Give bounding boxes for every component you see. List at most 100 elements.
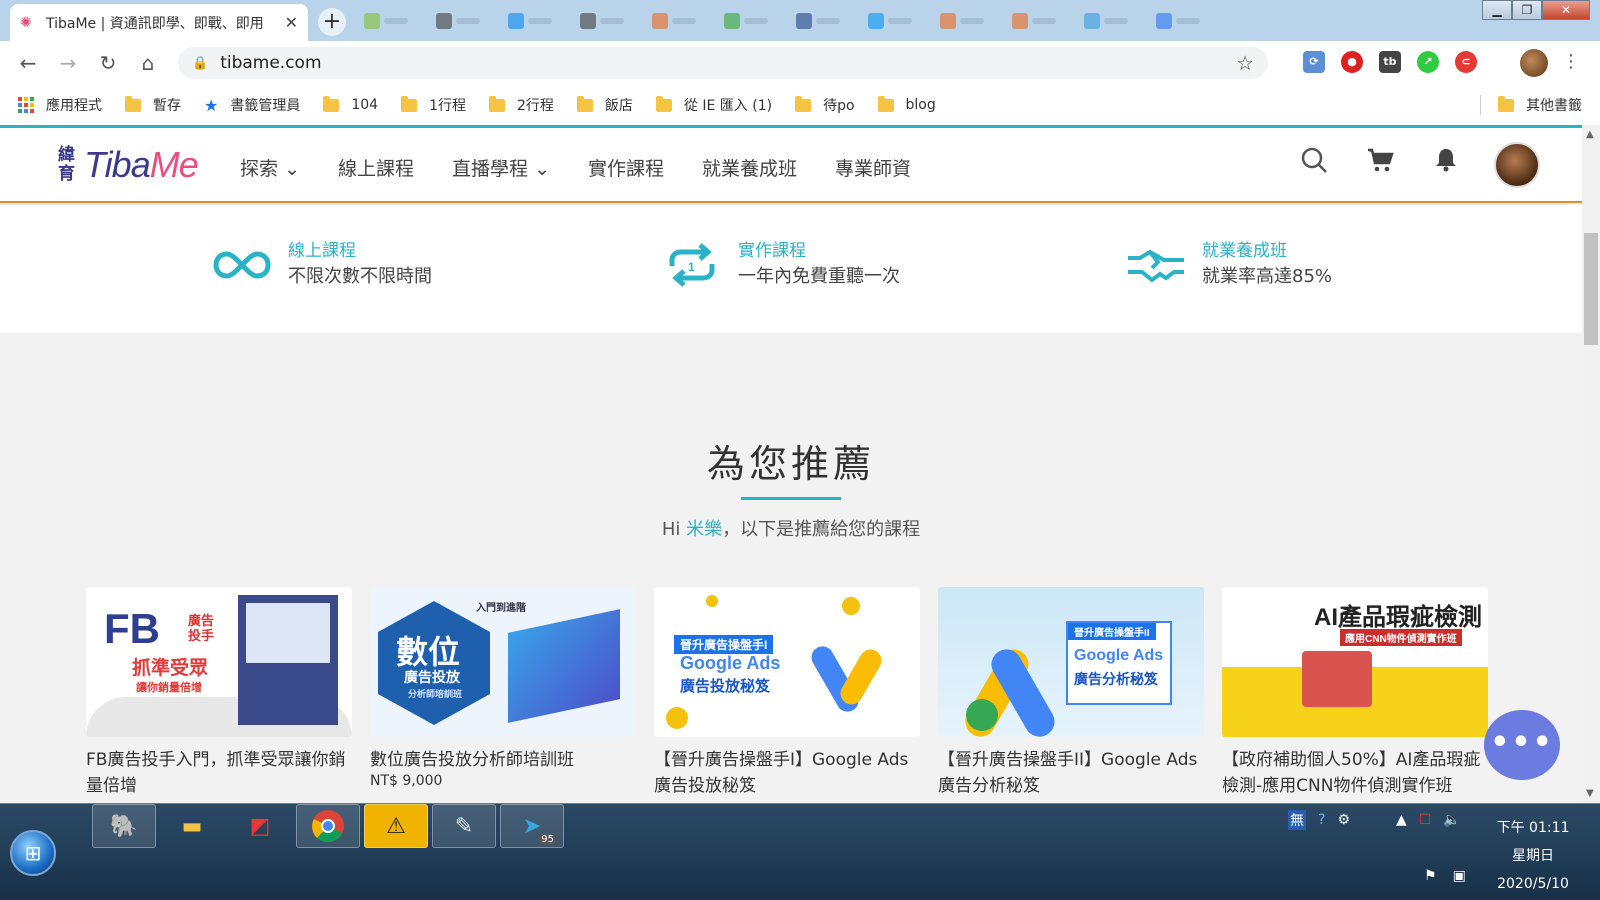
address-bar[interactable]: 🔒 tibame.com ☆	[178, 47, 1268, 79]
feature-title[interactable]: 就業養成班	[1202, 239, 1332, 263]
notepad-icon[interactable]: ✎	[432, 804, 496, 848]
show-hidden-icons[interactable]: ▲	[1396, 812, 1407, 828]
tibame-logo[interactable]: 緯育 TibaMe	[58, 144, 199, 186]
nav-career-training[interactable]: 就業養成班	[702, 154, 797, 181]
new-tab-button[interactable]: +	[318, 8, 346, 36]
tab-tibame[interactable]: ✺ TibaMe | 資通訊即學、即戰、即用 ✕	[10, 4, 308, 41]
volume-icon[interactable]: 🔈	[1443, 812, 1460, 828]
system-tray: 無 ? ⚙ ▲ ☐ 🔈	[1288, 810, 1461, 830]
evernote-icon[interactable]: 🐘	[92, 804, 156, 848]
home-icon[interactable]: ⌂	[128, 51, 168, 75]
telegram-icon[interactable]: ➤ 95	[500, 804, 564, 848]
nav-online-courses[interactable]: 線上課程	[338, 154, 414, 181]
bookmark-folder[interactable]: 104	[323, 95, 378, 113]
extension-icon[interactable]: ↗	[1417, 51, 1439, 73]
back-arrow-icon[interactable]: ←	[8, 51, 48, 75]
user-name[interactable]: 米樂	[686, 519, 722, 540]
bookmark-apps[interactable]: 應用程式	[18, 95, 102, 115]
course-title[interactable]: 【晉升廣告操盤手II】Google Ads 廣告分析秘笈	[938, 747, 1204, 799]
thumb-sub: 抓準受眾	[132, 658, 209, 679]
nav-explore[interactable]: 探索 ⌄	[240, 154, 300, 181]
forward-arrow-icon[interactable]: →	[48, 51, 88, 75]
bookmark-folder[interactable]: 1行程	[401, 95, 466, 115]
feature-title[interactable]: 線上課程	[288, 239, 432, 263]
background-tab[interactable]	[502, 8, 568, 34]
bookmark-folder[interactable]: 2行程	[489, 95, 554, 115]
profile-avatar[interactable]	[1520, 49, 1548, 77]
course-card[interactable]: FB 廣告投手 抓準受眾 讓你銷量倍增 FB廣告投手入門，抓準受眾讓你銷量倍增	[86, 587, 352, 799]
extension-icon[interactable]: tb	[1379, 51, 1401, 73]
page-scrollbar[interactable]: ▲ ▼	[1582, 125, 1600, 803]
close-window-button[interactable]: ✕	[1542, 0, 1590, 20]
nav-live-programs[interactable]: 直播學程 ⌄	[452, 154, 550, 181]
bookmark-folder[interactable]: 待po	[795, 95, 855, 115]
help-icon[interactable]: ?	[1318, 812, 1325, 828]
course-card[interactable]: 數位 廣告投放 分析師培訓班 入門到進階 數位廣告投放分析師培訓班 NT$ 9,…	[370, 587, 636, 799]
cart-icon[interactable]	[1366, 146, 1394, 174]
bookmark-folder[interactable]: blog	[877, 95, 936, 113]
ime-indicator[interactable]: 無	[1288, 810, 1306, 830]
course-card[interactable]: 晉升廣告操盤手I Google Ads 廣告投放秘笈 【晉升廣告操盤手I】Goo…	[654, 587, 920, 799]
background-tab[interactable]	[718, 8, 784, 34]
background-tab[interactable]	[790, 8, 856, 34]
network-icon[interactable]: ▣	[1453, 868, 1466, 884]
restore-button[interactable]: ❐	[1512, 0, 1542, 20]
background-tab[interactable]	[1078, 8, 1144, 34]
course-thumbnail[interactable]: 晉升廣告操盤手II Google Ads 廣告分析秘笈	[938, 587, 1204, 737]
warning-icon[interactable]: ⚠	[364, 804, 428, 848]
background-tab[interactable]	[358, 8, 424, 34]
bookmark-folder[interactable]: 暫存	[125, 95, 181, 115]
tab-close-icon[interactable]: ✕	[285, 13, 298, 32]
bookmark-folder[interactable]: 飯店	[576, 95, 633, 115]
lock-icon[interactable]: 🔒	[192, 56, 208, 71]
search-icon[interactable]	[1300, 146, 1328, 174]
course-title[interactable]: FB廣告投手入門，抓準受眾讓你銷量倍增	[86, 747, 352, 799]
minimize-button[interactable]: ▁	[1482, 0, 1512, 20]
nav-practical-courses[interactable]: 實作課程	[588, 154, 664, 181]
chrome-icon[interactable]	[296, 804, 360, 848]
acrobat-icon[interactable]: ◩	[228, 804, 292, 848]
settings-icon[interactable]: ⚙	[1337, 812, 1350, 828]
course-thumbnail[interactable]: FB 廣告投手 抓準受眾 讓你銷量倍增	[86, 587, 352, 737]
course-thumbnail[interactable]: 晉升廣告操盤手I Google Ads 廣告投放秘笈	[654, 587, 920, 737]
extension-icon[interactable]: ●	[1341, 51, 1363, 73]
tab-title: TibaMe | 資通訊即學、即戰、即用	[46, 15, 264, 32]
flag-icon[interactable]: ⚑	[1424, 868, 1437, 884]
chat-button[interactable]: •••	[1484, 710, 1560, 780]
course-title[interactable]: 【晉升廣告操盤手I】Google Ads 廣告投放秘笈	[654, 747, 920, 799]
taskbar-clock[interactable]: 下午 01:11 星期日 2020/5/10	[1488, 814, 1578, 898]
course-title[interactable]: 數位廣告投放分析師培訓班	[370, 747, 636, 773]
bookmark-manager[interactable]: ★ 書籤管理員	[204, 95, 300, 115]
extension-icon[interactable]: ⟳	[1303, 51, 1325, 73]
bell-icon[interactable]	[1432, 146, 1460, 174]
background-tab[interactable]	[1006, 8, 1072, 34]
chrome-menu-icon[interactable]: ⋮	[1562, 51, 1580, 72]
bookmark-star-icon[interactable]: ☆	[1236, 51, 1254, 75]
bookmark-folder[interactable]: 從 IE 匯入 (1)	[655, 95, 772, 115]
url-text[interactable]: tibame.com	[220, 53, 1236, 73]
background-tab[interactable]	[646, 8, 712, 34]
extension-icon[interactable]: ⊂	[1455, 51, 1477, 73]
user-avatar[interactable]	[1494, 142, 1540, 188]
course-card[interactable]: 晉升廣告操盤手II Google Ads 廣告分析秘笈 【晉升廣告操盤手II】G…	[938, 587, 1204, 799]
course-card[interactable]: AI產品瑕疵檢測 應用CNN物件偵測實作班 【政府補助個人50%】AI產品瑕疵檢…	[1222, 587, 1488, 799]
feature-title[interactable]: 實作課程	[738, 239, 900, 263]
scroll-up-icon[interactable]: ▲	[1586, 129, 1594, 140]
acrobat-tray-icon[interactable]: ☐	[1419, 812, 1432, 828]
reload-icon[interactable]: ↻	[88, 51, 128, 75]
other-bookmarks[interactable]: 其他書籤	[1498, 85, 1582, 125]
background-tab[interactable]	[1150, 8, 1216, 34]
course-title[interactable]: 【政府補助個人50%】AI產品瑕疵檢測-應用CNN物件偵測實作班	[1222, 747, 1488, 799]
nav-instructors[interactable]: 專業師資	[835, 154, 911, 181]
course-thumbnail[interactable]: 數位 廣告投放 分析師培訓班 入門到進階	[370, 587, 636, 737]
explorer-icon[interactable]: ▬	[160, 804, 224, 848]
background-tab[interactable]	[862, 8, 928, 34]
scroll-down-icon[interactable]: ▼	[1586, 788, 1594, 799]
course-thumbnail[interactable]: AI產品瑕疵檢測 應用CNN物件偵測實作班	[1222, 587, 1488, 737]
start-button[interactable]: ⊞	[10, 830, 56, 876]
background-tab[interactable]	[934, 8, 1000, 34]
background-tab[interactable]	[574, 8, 640, 34]
scroll-thumb[interactable]	[1584, 233, 1598, 345]
thumb-sub: 廣告投放秘笈	[680, 678, 771, 695]
background-tab[interactable]	[430, 8, 496, 34]
